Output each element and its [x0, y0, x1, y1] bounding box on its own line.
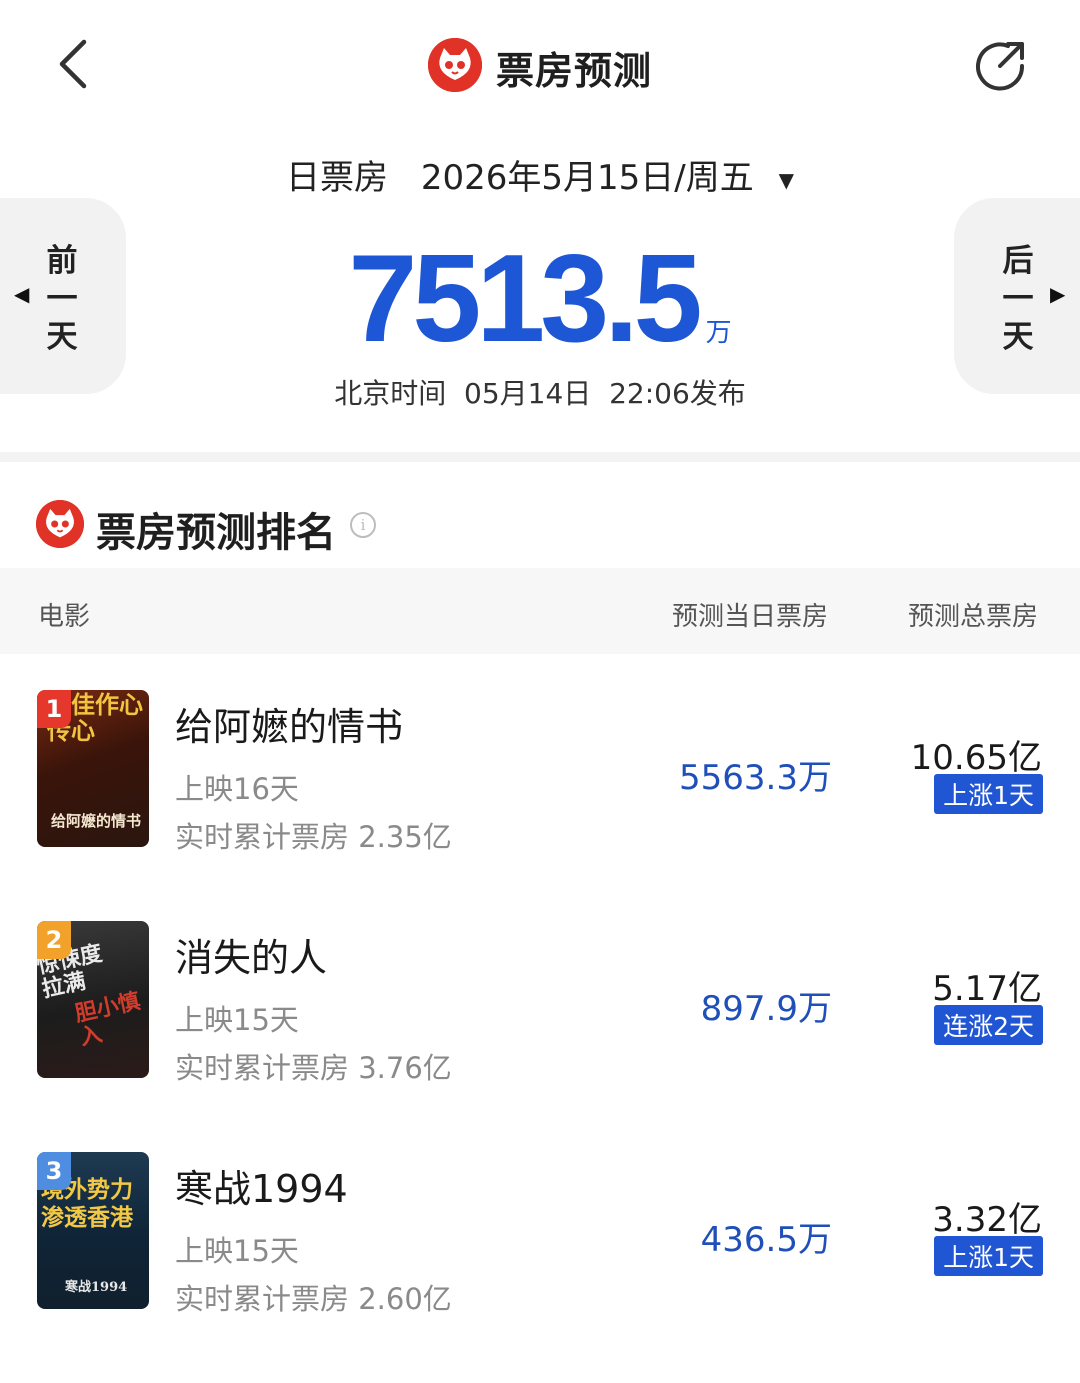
cumulative-box-office: 实时累计票房 2.60亿 — [175, 1282, 452, 1316]
date-label: 2026年5月15日/周五 — [420, 158, 754, 198]
trend-badge: 上涨1天 — [934, 774, 1043, 814]
trend-badge: 上涨1天 — [934, 1236, 1043, 1276]
cumulative-box-office: 实时累计票房 3.76亿 — [175, 1051, 452, 1085]
publish-time: 北京时间 05月14日 22:06发布 — [334, 377, 746, 410]
poster-text: 胆小慎入 — [72, 988, 143, 1051]
movie-row[interactable]: 谭佳作心传心 给阿嬷的情书 1 给阿嬷的情书 上映16天 实时累计票房 2.35… — [0, 690, 1080, 921]
daily-total-value: 7513.5 — [348, 230, 702, 368]
dropdown-caret-icon: ▼ — [778, 167, 794, 192]
rank-badge: 2 — [37, 921, 71, 959]
table-header: 电影 预测当日票房 预测总票房 — [0, 568, 1080, 654]
daily-total-unit: 万 — [705, 318, 732, 348]
ranking-title: 票房预测排名 — [96, 510, 336, 556]
movie-title: 给阿嬷的情书 — [175, 705, 404, 749]
daily-total: 7513.5 万 — [0, 228, 1080, 370]
total-forecast: 10.65亿 — [910, 738, 1042, 778]
movie-row[interactable]: 惊悚度拉满 胆小慎入 2 消失的人 上映15天 实时累计票房 3.76亿 897… — [0, 921, 1080, 1152]
rank-badge: 3 — [37, 1152, 71, 1190]
date-selector[interactable]: 日票房 2026年5月15日/周五 ▼ — [0, 150, 1080, 199]
movie-poster: 谭佳作心传心 给阿嬷的情书 1 — [37, 690, 149, 847]
poster-text: 给阿嬷的情书 — [51, 812, 142, 830]
daily-forecast: 897.9万 — [700, 989, 832, 1029]
column-daily-forecast: 预测当日票房 — [672, 602, 829, 632]
trend-badge: 连涨2天 — [934, 1005, 1043, 1045]
release-days: 上映15天 — [175, 1234, 299, 1268]
daily-forecast: 436.5万 — [700, 1220, 832, 1260]
info-icon[interactable]: i — [350, 512, 376, 538]
share-icon — [976, 42, 1025, 91]
movie-poster: 境外势力渗透香港 寒战1994 3 — [37, 1152, 149, 1309]
column-movie: 电影 — [38, 602, 91, 632]
release-days: 上映15天 — [175, 1003, 299, 1037]
movie-title: 消失的人 — [175, 936, 328, 980]
movie-title: 寒战1994 — [175, 1167, 348, 1211]
section-divider — [0, 452, 1080, 462]
box-office-type-label: 日票房 — [286, 158, 389, 198]
release-days: 上映16天 — [175, 772, 299, 806]
cat-logo-icon — [36, 500, 84, 548]
poster-text: 寒战1994 — [65, 1280, 128, 1295]
column-total-forecast: 预测总票房 — [908, 602, 1039, 632]
total-forecast: 3.32亿 — [932, 1200, 1042, 1240]
chevron-left-icon — [59, 39, 87, 89]
back-button[interactable] — [50, 34, 100, 94]
cumulative-box-office: 实时累计票房 2.35亿 — [175, 820, 452, 854]
daily-forecast: 5563.3万 — [679, 758, 832, 798]
movie-row[interactable]: 境外势力渗透香港 寒战1994 3 寒战1994 上映15天 实时累计票房 2.… — [0, 1152, 1080, 1383]
movie-poster: 惊悚度拉满 胆小慎入 2 — [37, 921, 149, 1078]
total-forecast: 5.17亿 — [932, 969, 1042, 1009]
page-title: 票房预测 — [496, 49, 653, 93]
cat-logo-icon — [428, 38, 482, 92]
rank-badge: 1 — [37, 690, 71, 728]
share-button[interactable] — [970, 36, 1030, 96]
